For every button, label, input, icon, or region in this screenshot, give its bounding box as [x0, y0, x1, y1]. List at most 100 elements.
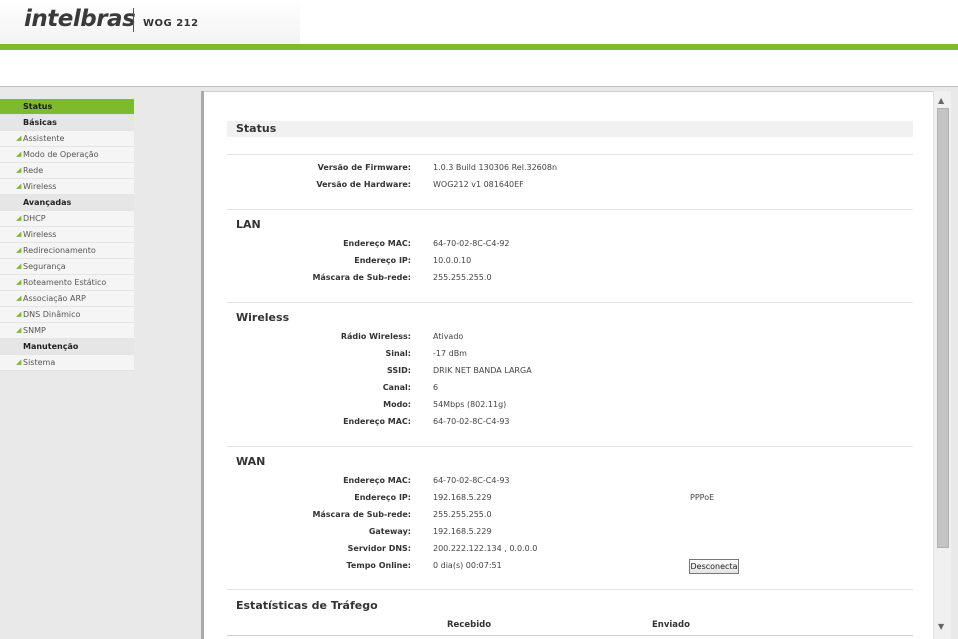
status-section-header: Status	[227, 121, 913, 137]
logo-divider	[133, 8, 134, 32]
sidebar-item-label: SNMP	[23, 326, 46, 335]
sidebar-section-label: Manutenção	[23, 342, 79, 351]
sidebar-item-wireless-basic[interactable]: ◢ Wireless	[0, 179, 134, 195]
sidebar-item-roteamento-estatico[interactable]: ◢ Roteamento Estático	[0, 275, 134, 291]
wan-online-label: Tempo Online:	[346, 561, 411, 570]
sidebar-item-associacao-arp[interactable]: ◢ Associação ARP	[0, 291, 134, 307]
sidebar-item-label: Modo de Operação	[23, 150, 99, 159]
bullet-icon: ◢	[16, 230, 22, 238]
bullet-icon: ◢	[16, 150, 22, 158]
bullet-icon: ◢	[16, 310, 22, 318]
bullet-icon: ◢	[16, 246, 22, 254]
wireless-mode-label: Modo:	[383, 400, 411, 409]
wireless-ssid-value: DRIK NET BANDA LARGA	[433, 366, 532, 375]
lan-mask-label: Máscara de Sub-rede:	[312, 273, 411, 282]
sidebar-item-label: DNS Dinâmico	[23, 310, 81, 319]
sidebar-item-label: DHCP	[23, 214, 46, 223]
bullet-icon: ◢	[16, 182, 22, 190]
wan-mac-label: Endereço MAC:	[343, 476, 411, 485]
traffic-received-header: Recebido	[447, 620, 492, 630]
sidebar-item-wireless-advanced[interactable]: ◢ Wireless	[0, 227, 134, 243]
wan-online-value: 0 dia(s) 00:07:51	[433, 561, 502, 570]
traffic-section-title: Estatísticas de Tráfego	[236, 599, 378, 612]
wireless-section-title: Wireless	[236, 311, 290, 324]
divider	[227, 589, 913, 590]
wireless-mac-label: Endereço MAC:	[343, 417, 411, 426]
bullet-icon: ◢	[16, 326, 22, 334]
hardware-value: WOG212 v1 081640EF	[433, 180, 524, 189]
sidebar-item-seguranca[interactable]: ◢ Segurança	[0, 259, 134, 275]
wireless-signal-value: -17 dBm	[433, 349, 467, 358]
lan-section-title: LAN	[236, 218, 261, 231]
wireless-radio-label: Rádio Wireless:	[340, 332, 411, 341]
wireless-channel-value: 6	[433, 383, 439, 392]
sidebar-section-label: Avançadas	[23, 198, 72, 207]
sidebar-item-rede[interactable]: ◢ Rede	[0, 163, 134, 179]
sidebar-item-label: Wireless	[23, 182, 57, 191]
wan-mac-value: 64-70-02-8C-C4-93	[433, 476, 510, 485]
sidebar-section-avancadas: Avançadas	[0, 195, 134, 211]
wan-ip-value: 192.168.5.229	[433, 493, 492, 502]
lan-mac-label: Endereço MAC:	[343, 239, 411, 248]
disconnect-button[interactable]: Desconecta	[689, 559, 739, 574]
sidebar-section-basicas: Básicas	[0, 115, 134, 131]
wireless-ssid-label: SSID:	[387, 366, 411, 375]
wireless-signal-label: Sinal:	[385, 349, 411, 358]
wan-dns-label: Servidor DNS:	[347, 544, 411, 553]
sidebar-menu: Status Básicas ◢ Assistente ◢ Modo de Oper…	[0, 99, 134, 371]
sidebar-item-redirecionamento[interactable]: ◢ Redirecionamento	[0, 243, 134, 259]
status-content-panel: Status Versão de Firmware: 1.0.3 Build 1…	[204, 91, 933, 639]
sidebar-item-snmp[interactable]: ◢ SNMP	[0, 323, 134, 339]
window-edge	[951, 87, 958, 639]
sidebar-item-label: Redirecionamento	[23, 246, 96, 255]
scrollbar-thumb[interactable]	[937, 108, 949, 548]
sidebar-item-label: Assistente	[23, 134, 65, 143]
sidebar-item-status[interactable]: Status	[0, 99, 134, 115]
scroll-down-icon[interactable]: ▼	[938, 622, 944, 631]
divider	[227, 209, 913, 210]
divider	[227, 302, 913, 303]
device-model: WOG 212	[143, 18, 199, 29]
wan-mask-label: Máscara de Sub-rede:	[312, 510, 411, 519]
scroll-up-icon[interactable]: ▲	[938, 96, 944, 105]
logo-area: intelbras WOG 212	[0, 0, 300, 44]
firmware-value: 1.0.3 Build 130306 Rel.32608n	[433, 163, 558, 172]
sidebar-section-manutencao: Manutenção	[0, 339, 134, 355]
bullet-icon: ◢	[16, 166, 22, 174]
wireless-channel-label: Canal:	[382, 383, 411, 392]
wireless-mode-value: 54Mbps (802.11g)	[433, 400, 507, 409]
lan-ip-label: Endereço IP:	[354, 256, 411, 265]
sidebar-item-label: Wireless	[23, 230, 57, 239]
wan-mask-value: 255.255.255.0	[433, 510, 492, 519]
traffic-sent-header: Enviado	[652, 620, 690, 630]
bullet-icon: ◢	[16, 262, 22, 270]
lan-mac-value: 64-70-02-8C-C4-92	[433, 239, 510, 248]
sidebar-item-label: Rede	[23, 166, 44, 175]
wan-connection-type: PPPoE	[690, 493, 715, 502]
divider	[227, 635, 913, 636]
bullet-icon: ◢	[16, 214, 22, 222]
wan-gateway-value: 192.168.5.229	[433, 527, 492, 536]
content-scrollbar[interactable]: ▲ ▼	[933, 91, 951, 639]
sidebar-section-label: Básicas	[23, 118, 57, 127]
sidebar-item-label: Status	[23, 102, 53, 111]
sidebar-item-dns-dinamico[interactable]: ◢ DNS Dinâmico	[0, 307, 134, 323]
sidebar-item-sistema[interactable]: ◢ Sistema	[0, 355, 134, 371]
divider	[227, 446, 913, 447]
wireless-radio-value: Ativado	[433, 332, 464, 341]
sidebar-item-assistente[interactable]: ◢ Assistente	[0, 131, 134, 147]
wireless-mac-value: 64-70-02-8C-C4-93	[433, 417, 510, 426]
wan-ip-label: Endereço IP:	[354, 493, 411, 502]
hardware-label: Versão de Hardware:	[316, 180, 411, 189]
sidebar-item-dhcp[interactable]: ◢ DHCP	[0, 211, 134, 227]
sidebar-item-modo-de-operacao[interactable]: ◢ Modo de Operação	[0, 147, 134, 163]
bullet-icon: ◢	[16, 294, 22, 302]
app-header: intelbras WOG 212	[0, 0, 958, 46]
bullet-icon: ◢	[16, 278, 22, 286]
wan-gateway-label: Gateway:	[368, 527, 411, 536]
wan-section-title: WAN	[236, 455, 266, 468]
sidebar-item-label: Segurança	[23, 262, 66, 271]
firmware-label: Versão de Firmware:	[317, 163, 411, 172]
wan-dns-value: 200.222.122.134 , 0.0.0.0	[433, 544, 538, 553]
lan-mask-value: 255.255.255.0	[433, 273, 492, 282]
